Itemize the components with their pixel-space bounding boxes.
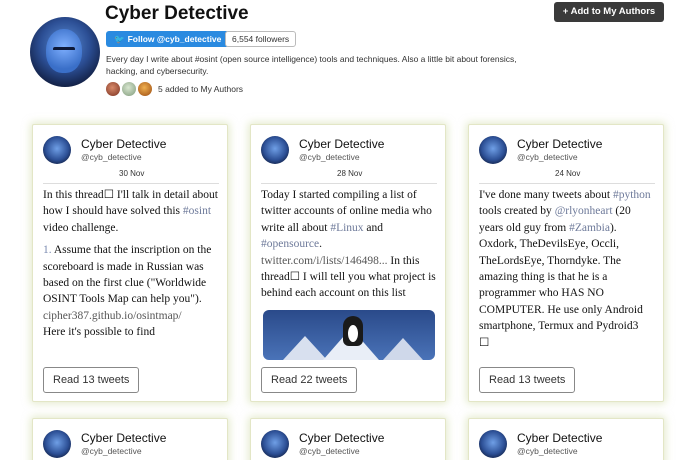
- text: .: [319, 238, 322, 251]
- follower-avatar[interactable]: [122, 82, 136, 96]
- url-link[interactable]: twitter.com/i/lists/146498...: [261, 255, 388, 267]
- author-avatar[interactable]: [261, 430, 289, 458]
- profile-avatar[interactable]: [30, 17, 100, 87]
- profile-name: Cyber Detective: [105, 3, 249, 24]
- author-avatar[interactable]: [479, 136, 507, 164]
- penguin-icon: [343, 316, 363, 346]
- author-name[interactable]: Cyber Detective: [299, 137, 384, 151]
- hashtag-link[interactable]: #opensource: [261, 238, 319, 250]
- thread-date: 30 Nov: [116, 169, 148, 178]
- author-handle: @cyb_detective: [517, 152, 578, 162]
- author-name[interactable]: Cyber Detective: [81, 137, 166, 151]
- thread-date: 24 Nov: [552, 169, 584, 178]
- author-avatar[interactable]: [261, 136, 289, 164]
- avatar-eyes: [53, 47, 75, 51]
- thread-text: I've done many tweets about #python tool…: [479, 187, 657, 359]
- text: Assume that the inscription on the score…: [43, 244, 212, 306]
- hashtag-link[interactable]: #python: [613, 189, 651, 201]
- card-author: Cyber Detective @cyb_detective: [43, 429, 223, 460]
- thread-card[interactable]: Cyber Detective @cyb_detective: [32, 418, 228, 460]
- author-handle: @cyb_detective: [299, 152, 360, 162]
- author-name[interactable]: Cyber Detective: [299, 431, 384, 445]
- hashtag-link[interactable]: #osint: [183, 205, 211, 217]
- card-author: Cyber Detective @cyb_detective: [261, 429, 441, 460]
- follow-button[interactable]: 🐦 Follow @cyb_detective: [106, 31, 230, 47]
- card-author: Cyber Detective @cyb_detective: [261, 135, 441, 169]
- read-thread-button[interactable]: Read 22 tweets: [261, 367, 358, 393]
- card-author: Cyber Detective @cyb_detective: [479, 135, 659, 169]
- thread-image[interactable]: [263, 310, 435, 360]
- text: ). Oxdork, TheDevilsEye, Occli, TheLords…: [479, 221, 643, 333]
- url-link[interactable]: cipher387.github.io/osintmap/: [43, 310, 182, 322]
- follow-label: Follow @cyb_detective: [127, 34, 222, 44]
- added-count-text: 5 added to My Authors: [158, 84, 244, 94]
- read-thread-button[interactable]: Read 13 tweets: [479, 367, 576, 393]
- thread-text: Today I started compiling a list of twit…: [261, 187, 439, 307]
- thread-text: In this thread☐ I'll talk in detail abou…: [43, 187, 221, 355]
- text: and: [363, 221, 384, 234]
- author-handle: @cyb_detective: [81, 152, 142, 162]
- thread-card[interactable]: Cyber Detective @cyb_detective 28 Nov To…: [250, 124, 446, 402]
- hashtag-link[interactable]: #Zambia: [569, 222, 610, 234]
- thread-card[interactable]: Cyber Detective @cyb_detective 24 Nov I'…: [468, 124, 664, 402]
- add-to-my-authors-button[interactable]: + Add to My Authors: [554, 2, 664, 22]
- box-glyph: ☐: [479, 336, 490, 349]
- follower-avatar[interactable]: [138, 82, 152, 96]
- author-avatar[interactable]: [479, 430, 507, 458]
- thread-card[interactable]: Cyber Detective @cyb_detective: [250, 418, 446, 460]
- box-glyph: ☐: [103, 189, 114, 201]
- thread-card[interactable]: Cyber Detective @cyb_detective: [468, 418, 664, 460]
- author-name[interactable]: Cyber Detective: [81, 431, 166, 445]
- author-name[interactable]: Cyber Detective: [517, 137, 602, 151]
- avatar-face: [46, 29, 82, 73]
- text: tools created by: [479, 205, 555, 218]
- profile-header: Cyber Detective 🐦 Follow @cyb_detective 6…: [0, 0, 679, 112]
- text: In this thread: [43, 189, 104, 201]
- author-avatar[interactable]: [43, 136, 71, 164]
- card-author: Cyber Detective @cyb_detective: [479, 429, 659, 460]
- author-handle: @cyb_detective: [299, 446, 360, 456]
- twitter-bird-icon: 🐦: [114, 34, 125, 44]
- author-avatar[interactable]: [43, 430, 71, 458]
- added-by-row: 5 added to My Authors: [106, 81, 243, 97]
- text: Here it's possible to find: [43, 326, 155, 339]
- read-thread-button[interactable]: Read 13 tweets: [43, 367, 140, 393]
- mountain-shape: [283, 336, 327, 360]
- text: video challenge.: [43, 221, 119, 234]
- author-name[interactable]: Cyber Detective: [517, 431, 602, 445]
- list-number: 1.: [43, 244, 52, 257]
- author-handle: @cyb_detective: [517, 446, 578, 456]
- card-author: Cyber Detective @cyb_detective: [43, 135, 223, 169]
- thread-date: 28 Nov: [334, 169, 366, 178]
- followers-count: 6,554 followers: [225, 31, 297, 47]
- mention-link[interactable]: @rlyonheart: [555, 205, 613, 217]
- author-handle: @cyb_detective: [81, 446, 142, 456]
- follower-avatar[interactable]: [106, 82, 120, 96]
- profile-bio: Every day I write about #osint (open sou…: [106, 54, 517, 76]
- hashtag-link[interactable]: #Linux: [330, 222, 363, 234]
- mountain-shape: [383, 338, 423, 360]
- thread-card[interactable]: Cyber Detective @cyb_detective 30 Nov In…: [32, 124, 228, 402]
- text: I've done many tweets about: [479, 189, 613, 201]
- box-glyph: ☐: [289, 271, 301, 284]
